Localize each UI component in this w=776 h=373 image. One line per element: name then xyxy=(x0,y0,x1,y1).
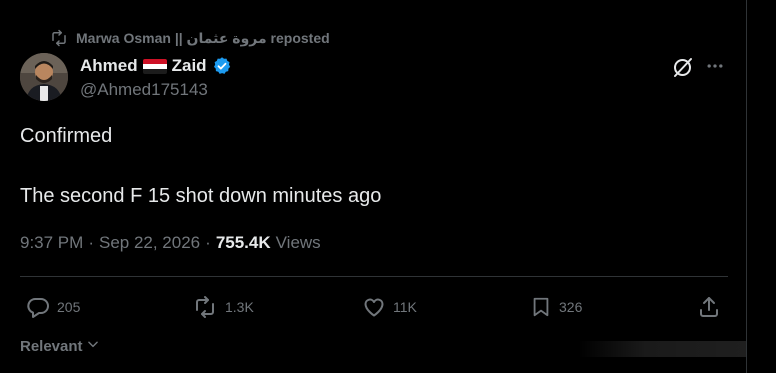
sort-label: Relevant xyxy=(20,337,83,355)
repost-banner-text[interactable]: Marwa Osman || مروة عثمان reposted xyxy=(76,30,330,47)
reply-icon xyxy=(26,295,50,319)
views-count: 755.4K xyxy=(215,233,271,252)
repost-icon xyxy=(50,29,68,47)
views-label: Views xyxy=(275,233,321,252)
meta-separator: · xyxy=(205,233,211,252)
sort-relevant-dropdown[interactable]: Relevant xyxy=(20,337,100,355)
share-icon xyxy=(697,295,721,319)
heart-icon xyxy=(362,295,386,319)
author-name[interactable]: Ahmed Zaid xyxy=(80,55,232,77)
share-button[interactable] xyxy=(697,294,721,320)
author-handle[interactable]: @Ahmed175143 xyxy=(80,80,208,100)
grok-icon[interactable] xyxy=(671,55,695,84)
like-button[interactable]: 11K xyxy=(362,294,417,320)
egypt-flag-icon xyxy=(142,58,167,74)
author-first-name[interactable]: Ahmed xyxy=(80,56,138,76)
watermark-fade xyxy=(578,341,746,357)
reply-count: 205 xyxy=(57,299,81,315)
bookmark-icon xyxy=(530,295,552,319)
meta-separator: · xyxy=(88,233,94,252)
tweet-text-line-1: Confirmed xyxy=(20,125,113,147)
tweet-date[interactable]: Sep 22, 2026 xyxy=(99,233,200,253)
author-last-name[interactable]: Zaid xyxy=(172,56,207,76)
tweet-time[interactable]: 9:37 PM xyxy=(20,233,83,253)
verified-badge-icon[interactable] xyxy=(212,56,232,76)
bookmark-count: 326 xyxy=(559,299,583,315)
bookmark-button[interactable]: 326 xyxy=(530,294,582,320)
repost-icon xyxy=(192,295,218,319)
tweet-meta: 9:37 PM · Sep 22, 2026 · 755.4K Views xyxy=(20,233,321,253)
timeline-border xyxy=(746,0,747,373)
chevron-down-icon xyxy=(86,337,100,355)
repost-button[interactable]: 1.3K xyxy=(192,294,254,320)
like-count: 11K xyxy=(393,299,417,315)
repost-banner: Marwa Osman || مروة عثمان reposted xyxy=(50,28,330,48)
tweet-text-line-2: The second F 15 shot down minutes ago xyxy=(20,185,382,207)
divider xyxy=(20,276,728,277)
reply-button[interactable]: 205 xyxy=(26,294,80,320)
avatar[interactable] xyxy=(20,53,68,101)
repost-count: 1.3K xyxy=(225,299,254,315)
more-icon[interactable] xyxy=(705,56,725,81)
